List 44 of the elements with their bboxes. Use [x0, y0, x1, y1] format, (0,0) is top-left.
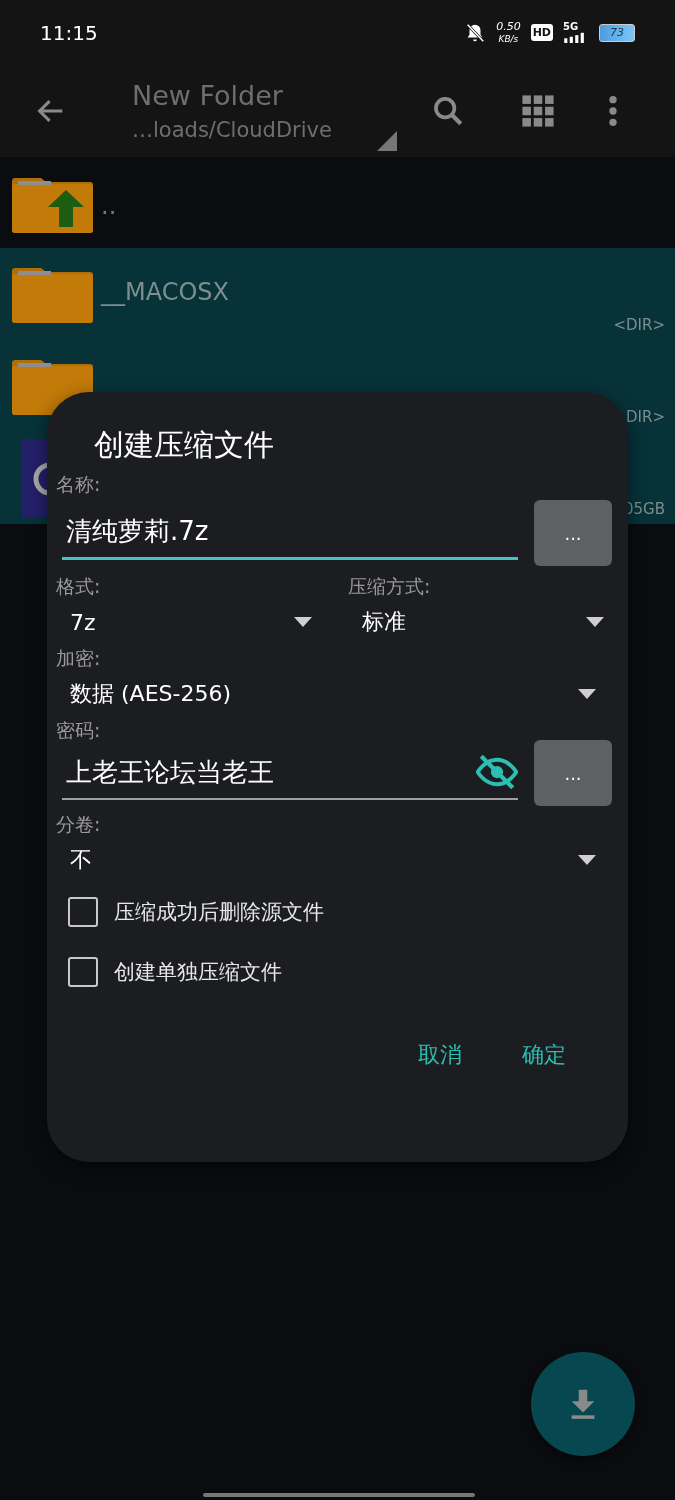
folder-up-arrow-icon — [12, 175, 93, 233]
clock-time: 11:15 — [40, 20, 98, 45]
field-label: 分卷: — [56, 812, 102, 837]
folder-title: New Folder — [132, 79, 284, 113]
file-size: <DIR> — [613, 316, 665, 334]
dropdown-arrow-icon[interactable] — [578, 855, 596, 865]
dropdown-field[interactable]: 数据 (AES-256) — [56, 672, 612, 716]
dropdown-corner-icon[interactable] — [377, 131, 397, 151]
folder-path: …loads/CloudDrive — [132, 117, 333, 144]
dropdown-field[interactable]: 标准 — [348, 600, 612, 644]
browse-button[interactable]: ... — [534, 500, 612, 566]
muted-bell-icon — [464, 21, 487, 44]
checkbox-label: 创建单独压缩文件 — [114, 959, 282, 986]
checkbox[interactable] — [68, 897, 98, 927]
dialog-button[interactable]: 确定 — [506, 1032, 582, 1078]
dropdown-field[interactable]: 7z — [56, 600, 320, 644]
more-menu-icon[interactable] — [607, 94, 619, 128]
field-label: 压缩方式: — [348, 574, 432, 599]
network-speed: 0.50 — [496, 20, 521, 33]
network-type: 5G — [563, 22, 579, 32]
file-name: .. — [101, 192, 117, 220]
field-label: 名称: — [56, 472, 102, 497]
name-field[interactable]: 清纯萝莉.7z — [62, 506, 518, 560]
checkbox-label: 压缩成功后删除源文件 — [114, 899, 324, 926]
search-icon[interactable] — [431, 94, 465, 128]
dropdown-field[interactable]: 不 — [56, 838, 612, 882]
dropdown-arrow-icon[interactable] — [586, 617, 604, 627]
field-label: 加密: — [56, 646, 102, 671]
folder-icon — [12, 265, 93, 323]
file-size: DIR> — [626, 408, 665, 426]
field-label: 密码: — [56, 718, 102, 743]
battery-level: 73 — [610, 26, 624, 39]
checkbox[interactable] — [68, 957, 98, 987]
dropdown-arrow-icon[interactable] — [294, 617, 312, 627]
hd-badge: HD — [530, 24, 553, 41]
file-row[interactable]: __MACOSX <DIR> — [0, 248, 675, 340]
speed-unit: KB/s — [498, 32, 519, 45]
browse-button[interactable]: ... — [534, 740, 612, 806]
file-name: __MACOSX — [101, 278, 230, 306]
grid-view-icon[interactable] — [521, 94, 555, 128]
dropdown-arrow-icon[interactable] — [578, 689, 596, 699]
password-field[interactable]: 上老王论坛当老王 — [62, 746, 518, 800]
dialog-button[interactable]: 取消 — [402, 1032, 478, 1078]
field-label: 格式: — [56, 574, 102, 599]
